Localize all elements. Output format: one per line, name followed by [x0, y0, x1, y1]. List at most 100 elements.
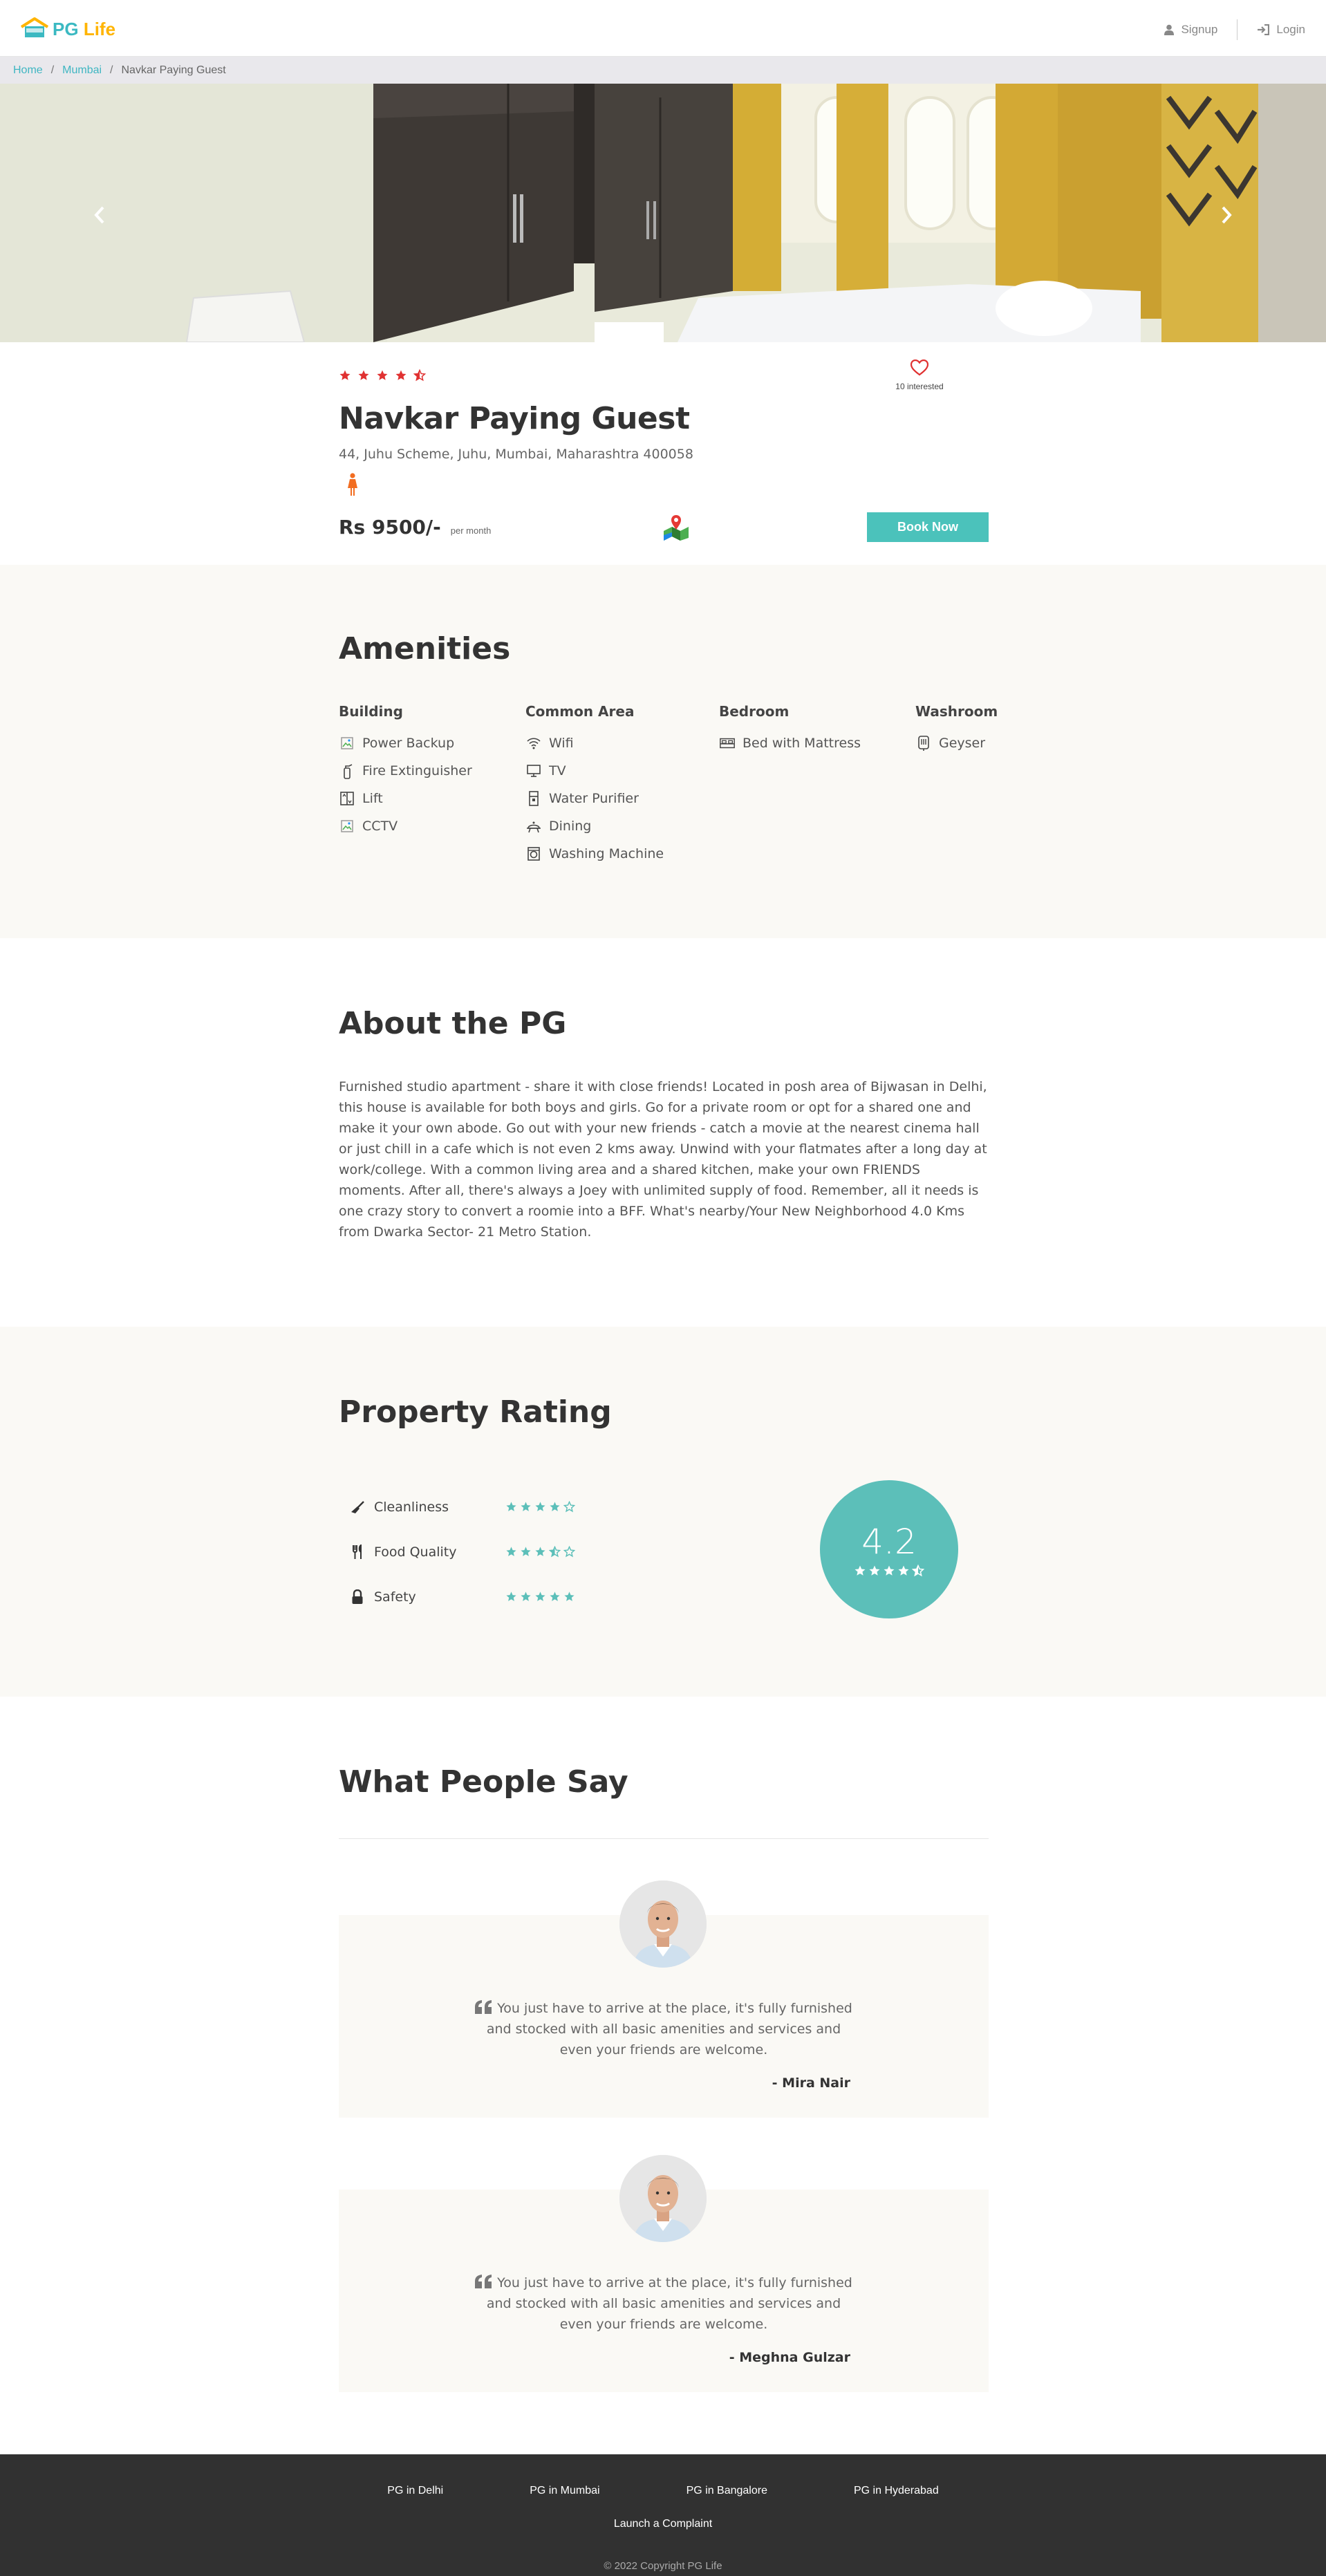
- female-icon: [347, 473, 358, 499]
- star-full-icon: [520, 1546, 532, 1558]
- geyser-icon: [915, 735, 932, 752]
- amenities-title: Amenities: [339, 631, 511, 666]
- star-full-icon: [534, 1546, 546, 1558]
- carousel-next-button[interactable]: [1213, 201, 1240, 229]
- testimonials-section: What People Say You just have to arrive …: [0, 1697, 1326, 2454]
- star-full-icon: [339, 369, 351, 382]
- login-link[interactable]: Login: [1257, 23, 1305, 37]
- breadcrumb: Home / Mumbai / Navkar Paying Guest: [0, 57, 1326, 84]
- user-icon: [1164, 24, 1175, 35]
- rating-stars: [505, 1546, 575, 1558]
- testimonials-divider: [339, 1838, 989, 1839]
- broken-image-icon: [339, 735, 355, 752]
- star-full-icon: [549, 1591, 561, 1603]
- map-location-icon[interactable]: [662, 513, 690, 543]
- property-name: Navkar Paying Guest: [339, 401, 690, 436]
- star-full-icon: [854, 1565, 866, 1577]
- breadcrumb-home[interactable]: Home: [13, 64, 43, 77]
- bed-icon: [719, 735, 736, 752]
- rating-stars: [505, 1591, 575, 1603]
- testimonials-title: What People Say: [339, 1764, 628, 1800]
- chevron-right-icon: [1222, 206, 1232, 224]
- sign-in-icon: [1258, 24, 1270, 35]
- avatar: [619, 2155, 707, 2242]
- breadcrumb-separator: /: [110, 64, 113, 76]
- footer-links: PG in Delhi PG in Mumbai PG in Bangalore PG…: [0, 2485, 1326, 2497]
- star-empty-icon: [563, 1546, 575, 1558]
- footer-link[interactable]: PG in Delhi: [387, 2485, 443, 2497]
- rating-label: Safety: [374, 1589, 416, 1605]
- amenity-item: Washing Machine: [525, 840, 664, 868]
- lock-icon: [349, 1589, 366, 1605]
- amenity-label: Wifi: [549, 736, 574, 751]
- rating-row: Safety: [349, 1574, 575, 1619]
- header-nav: Signup Login: [1164, 19, 1305, 40]
- interested-count: 10 interested: [895, 382, 944, 391]
- amenity-label: Fire Extinguisher: [362, 763, 472, 778]
- star-full-icon: [520, 1501, 532, 1513]
- property-address: 44, Juhu Scheme, Juhu, Mumbai, Maharasht…: [339, 447, 693, 462]
- testimonial-author: - Meghna Gulzar: [729, 2350, 850, 2365]
- amenity-item: Dining: [525, 812, 664, 840]
- rating-label: Cleanliness: [374, 1499, 449, 1515]
- amenity-item: CCTV: [339, 812, 472, 840]
- star-full-icon: [505, 1591, 517, 1603]
- logo-text: PG Life: [53, 19, 116, 39]
- star-full-icon: [534, 1501, 546, 1513]
- signup-link[interactable]: Signup: [1164, 23, 1217, 37]
- avatar: [619, 1880, 707, 1968]
- nav-divider: [1237, 19, 1238, 40]
- amenity-item: Fire Extinguisher: [339, 757, 472, 785]
- water-purifier-icon: [525, 790, 542, 807]
- carousel-prev-button[interactable]: [86, 201, 113, 229]
- property-star-rating: [339, 369, 426, 382]
- breadcrumb-city[interactable]: Mumbai: [62, 64, 102, 77]
- star-full-icon: [883, 1565, 895, 1577]
- amenity-label: Dining: [549, 819, 592, 834]
- quote-icon: [475, 2000, 497, 2016]
- logo[interactable]: PG Life: [19, 17, 115, 39]
- heart-icon: [910, 359, 929, 376]
- interested-widget[interactable]: 10 interested: [885, 359, 954, 391]
- amenity-group-heading: Building: [339, 703, 403, 720]
- amenity-group: Washroom Geyser: [915, 703, 998, 757]
- footer-link[interactable]: PG in Hyderabad: [854, 2485, 939, 2497]
- amenity-group-heading: Common Area: [525, 703, 635, 720]
- breadcrumb-current: Navkar Paying Guest: [121, 64, 226, 76]
- amenity-label: Power Backup: [362, 736, 455, 751]
- amenity-label: Geyser: [939, 736, 986, 751]
- dining-icon: [525, 818, 542, 834]
- star-full-icon: [549, 1501, 561, 1513]
- overall-rating-value: 4.2: [861, 1522, 917, 1562]
- amenity-label: CCTV: [362, 819, 398, 834]
- overall-rating-stars: [854, 1565, 924, 1577]
- book-now-button[interactable]: Book Now: [867, 512, 989, 542]
- property-room-image: [0, 84, 1326, 342]
- amenity-label: Bed with Mattress: [743, 736, 861, 751]
- quote-icon: [475, 2275, 497, 2290]
- rating-section: Property Rating Cleanliness Food Quality S…: [0, 1327, 1326, 1697]
- amenity-label: TV: [549, 763, 566, 778]
- footer-link[interactable]: PG in Mumbai: [530, 2485, 599, 2497]
- rating-list: Cleanliness Food Quality Safety: [349, 1484, 575, 1619]
- star-full-icon: [505, 1501, 517, 1513]
- property-image-carousel[interactable]: [0, 84, 1326, 342]
- testimonial-text: You just have to arrive at the place, it…: [486, 2275, 852, 2332]
- star-full-icon: [897, 1565, 910, 1577]
- star-full-icon: [534, 1591, 546, 1603]
- star-full-icon: [868, 1565, 881, 1577]
- footer-link[interactable]: PG in Bangalore: [687, 2485, 767, 2497]
- footer: PG in Delhi PG in Mumbai PG in Bangalore PG…: [0, 2454, 1326, 2576]
- star-empty-icon: [563, 1501, 575, 1513]
- footer-complaint-wrapper: Launch a Complaint: [0, 2517, 1326, 2530]
- tv-icon: [525, 763, 542, 779]
- lift-icon: [339, 790, 355, 807]
- star-half-icon: [549, 1546, 561, 1558]
- price: Rs 9500/- per month: [339, 516, 491, 539]
- amenity-group: Common Area Wifi TV Water Purifier Dining Was…: [525, 703, 664, 868]
- amenity-item: Bed with Mattress: [719, 729, 861, 757]
- star-full-icon: [563, 1591, 575, 1603]
- launch-complaint-link[interactable]: Launch a Complaint: [614, 2518, 712, 2530]
- price-unit: per month: [450, 525, 492, 536]
- washing-machine-icon: [525, 846, 542, 862]
